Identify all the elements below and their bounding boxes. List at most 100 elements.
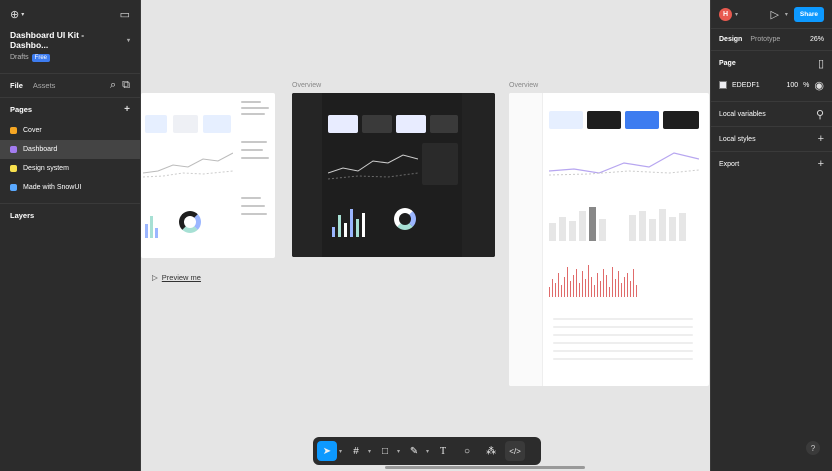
local-variables-label: Local variables	[719, 110, 766, 118]
figma-menu-icon[interactable]: ⊕ ▾	[10, 8, 24, 21]
page-color-icon	[10, 165, 17, 172]
chevron-down-icon[interactable]: ▾	[339, 448, 342, 455]
stat-card	[625, 111, 659, 129]
frame-icon[interactable]: #	[346, 441, 366, 461]
dashboard-frame-dark[interactable]	[292, 93, 495, 257]
dashboard-frame-light[interactable]	[141, 93, 275, 258]
search-icon[interactable]: ⌕	[110, 79, 116, 92]
stat-card	[663, 111, 699, 129]
horizontal-scrollbar[interactable]	[385, 466, 585, 469]
page-fill-row[interactable]: EDEDF1 100 % ◉	[711, 75, 832, 95]
page-item-label: Design system	[23, 165, 69, 172]
share-button[interactable]: Share	[793, 6, 824, 22]
stat-card	[145, 115, 167, 133]
dark-right-column	[462, 93, 495, 257]
dark-line-chart	[328, 154, 418, 180]
eye-icon[interactable]: ◉	[814, 79, 824, 92]
sidebar-toggle-icon[interactable]: ▭	[120, 8, 130, 21]
page-item-label: Cover	[23, 127, 42, 134]
right-topbar: H ▾ ▷ ▾ Share	[711, 0, 832, 28]
dark-sidebar	[292, 93, 322, 257]
project-location[interactable]: Drafts Free	[0, 50, 140, 62]
stat-card	[173, 115, 198, 133]
frame-label-overview-2[interactable]: Overview	[509, 82, 538, 89]
avatar[interactable]: H	[719, 7, 732, 21]
tab-file[interactable]: File	[10, 81, 23, 90]
preview-link[interactable]: ▷ Preview me	[152, 273, 201, 282]
dashboard-frame-tall[interactable]	[509, 93, 709, 386]
canvas[interactable]: Overview Overview ▷ Preview me ➤ ▾ # ▾ □…	[141, 0, 710, 471]
chevron-down-icon[interactable]: ▾	[397, 448, 400, 455]
stat-card	[362, 115, 392, 133]
page-item[interactable]: Made with SnowUI	[0, 178, 140, 197]
actions-icon[interactable]: ⁂	[481, 441, 501, 461]
page-color-icon	[10, 146, 17, 153]
left-topbar: ⊕ ▾ ▭	[0, 0, 140, 28]
move-icon[interactable]: ➤	[317, 441, 337, 461]
chevron-down-icon[interactable]: ▾	[368, 448, 371, 455]
drafts-label: Drafts	[10, 54, 29, 61]
library-icon[interactable]: ⧉	[122, 79, 130, 92]
stat-card	[203, 115, 231, 133]
add-export-icon[interactable]: +	[818, 158, 824, 170]
page-item[interactable]: Dashboard	[0, 140, 140, 159]
local-styles-label: Local styles	[719, 135, 756, 143]
frame-label-overview-1[interactable]: Overview	[292, 82, 321, 89]
fill-hex[interactable]: EDEDF1	[732, 82, 760, 89]
file-name-text: Dashboard UI Kit - Dashbo...	[10, 30, 85, 50]
page-item[interactable]: Design system	[0, 159, 140, 178]
fill-swatch[interactable]	[719, 81, 727, 89]
line-chart	[143, 152, 233, 178]
chevron-down-icon[interactable]: ▾	[426, 448, 429, 455]
page-item-label: Made with SnowUI	[23, 184, 82, 191]
page-options-icon[interactable]: ▯	[818, 57, 824, 70]
tab-prototype[interactable]: Prototype	[750, 36, 780, 43]
add-page-icon[interactable]: +	[124, 104, 130, 115]
fill-opacity-unit: %	[803, 81, 810, 89]
chevron-down-icon[interactable]: ▾	[735, 11, 738, 18]
tab-design[interactable]: Design	[719, 36, 742, 43]
layers-header: Layers	[0, 203, 140, 227]
chevron-down-icon[interactable]: ▾	[785, 11, 788, 18]
bottom-toolbar: ➤ ▾ # ▾ □ ▾ ✎ ▾ T ○ ⁂ </>	[313, 437, 541, 465]
text-icon[interactable]: T	[433, 441, 453, 461]
fill-opacity[interactable]: 100	[786, 82, 798, 89]
preview-link-text: Preview me	[161, 273, 201, 282]
tall-bar-chart-1	[549, 201, 621, 241]
page-item[interactable]: Cover	[0, 121, 140, 140]
figma-app: ⊕ ▾ ▭ Dashboard UI Kit - Dashbo... ▾ Dra…	[0, 0, 832, 471]
add-style-icon[interactable]: +	[818, 133, 824, 145]
comment-icon[interactable]: ○	[457, 441, 477, 461]
tall-bar-chart-2	[629, 201, 701, 241]
left-tabs: File Assets ⌕ ⧉	[0, 73, 140, 97]
layers-heading: Layers	[10, 211, 35, 220]
bar-chart	[145, 208, 165, 238]
shape-icon[interactable]: □	[375, 441, 395, 461]
present-icon[interactable]: ▷	[770, 8, 778, 21]
dev-mode-icon[interactable]: </>	[505, 441, 526, 461]
tall-spike-chart	[549, 261, 699, 297]
dark-donut-chart	[394, 208, 416, 230]
file-name[interactable]: Dashboard UI Kit - Dashbo... ▾	[0, 30, 140, 50]
play-icon: ▷	[152, 273, 158, 282]
export-row[interactable]: Export +	[711, 151, 832, 176]
variables-icon[interactable]: ⚲	[816, 108, 824, 121]
local-variables-row[interactable]: Local variables ⚲	[711, 101, 832, 126]
right-sidebar: H ▾ ▷ ▾ Share Design Prototype 26% Page …	[710, 0, 832, 471]
zoom-level[interactable]: 26%	[810, 36, 824, 43]
export-label: Export	[719, 160, 740, 168]
page-section-header: Page ▯	[711, 50, 832, 75]
pages-list: Cover Dashboard Design system Made with Sno…	[0, 121, 140, 197]
plan-badge: Free	[31, 54, 51, 62]
page-item-label: Dashboard	[23, 146, 58, 153]
help-icon[interactable]: ?	[806, 441, 820, 455]
page-color-icon	[10, 127, 17, 134]
pages-heading: Pages	[10, 105, 33, 114]
pages-header: Pages +	[0, 97, 140, 121]
pen-icon[interactable]: ✎	[404, 441, 424, 461]
local-styles-row[interactable]: Local styles +	[711, 126, 832, 151]
tall-sidebar	[509, 93, 543, 386]
tab-assets[interactable]: Assets	[33, 81, 56, 90]
stat-card	[549, 111, 583, 129]
dark-bar-chart	[332, 205, 376, 237]
